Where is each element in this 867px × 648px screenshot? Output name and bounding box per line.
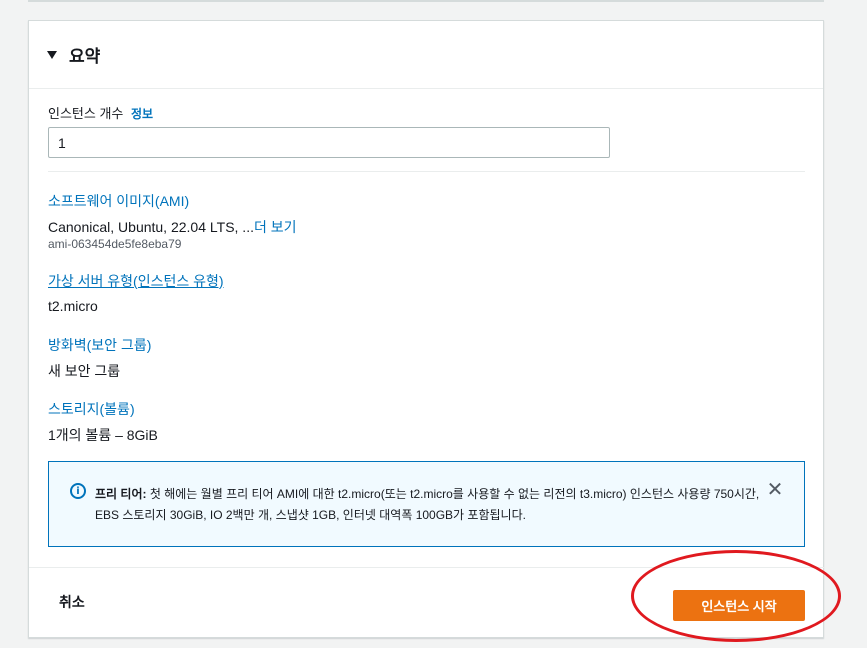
storage-value: 1개의 볼륨 – 8GiB xyxy=(48,427,158,443)
top-divider xyxy=(28,0,824,2)
ami-id: ami-063454de5fe8eba79 xyxy=(48,237,182,251)
free-tier-alert: i 프리 티어: 첫 해에는 월별 프리 티어 AMI에 대한 t2.micro… xyxy=(48,461,805,547)
instance-type-value: t2.micro xyxy=(48,298,98,314)
ami-link[interactable]: 소프트웨어 이미지(AMI) xyxy=(48,191,189,211)
ami-value-row: Canonical, Ubuntu, 22.04 LTS, ...더 보기 xyxy=(48,217,297,237)
storage-link[interactable]: 스토리지(볼륨) xyxy=(48,399,135,419)
red-circle-annotation xyxy=(631,550,841,642)
ami-more-link[interactable]: 더 보기 xyxy=(254,219,297,235)
instance-count-label-row: 인스턴스 개수 정보 xyxy=(48,103,153,122)
panel-title: 요약 xyxy=(69,47,101,66)
firewall-value: 새 보안 그룹 xyxy=(48,363,121,379)
alert-heading: 프리 티어: xyxy=(95,487,147,501)
ami-value: Canonical, Ubuntu, 22.04 LTS, ... xyxy=(48,219,254,235)
divider xyxy=(48,171,805,172)
summary-panel: 요약 인스턴스 개수 정보 소프트웨어 이미지(AMI) Canonical, … xyxy=(28,20,825,638)
firewall-link[interactable]: 방화벽(보안 그룹) xyxy=(48,335,151,355)
summary-body: 인스턴스 개수 정보 소프트웨어 이미지(AMI) Canonical, Ubu… xyxy=(29,89,823,566)
alert-text: 프리 티어: 첫 해에는 월별 프리 티어 AMI에 대한 t2.micro(또… xyxy=(95,484,765,526)
instance-count-input[interactable] xyxy=(48,127,610,158)
close-icon[interactable]: ✕ xyxy=(765,479,785,499)
summary-header[interactable]: 요약 xyxy=(29,21,823,89)
alert-message: 첫 해에는 월별 프리 티어 AMI에 대한 t2.micro(또는 t2.mi… xyxy=(95,487,760,522)
caret-down-icon[interactable] xyxy=(47,50,57,59)
info-link[interactable]: 정보 xyxy=(131,107,153,121)
instance-type-link[interactable]: 가상 서버 유형(인스턴스 유형) xyxy=(48,271,224,291)
cancel-button[interactable]: 취소 xyxy=(59,592,85,612)
info-icon: i xyxy=(70,483,86,499)
instance-count-label: 인스턴스 개수 xyxy=(48,106,124,121)
